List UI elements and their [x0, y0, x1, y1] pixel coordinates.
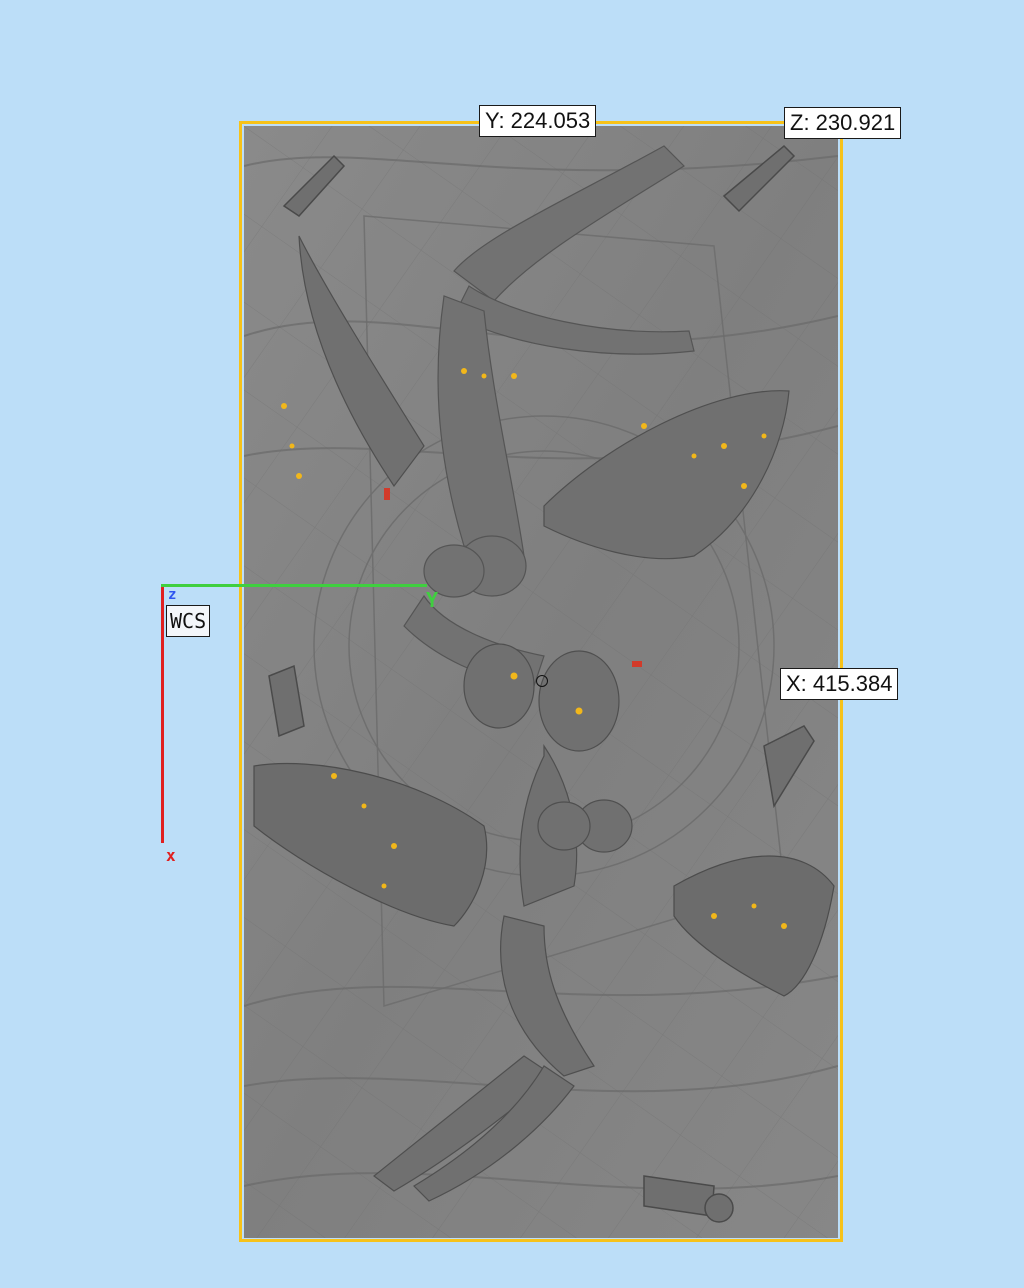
dimension-y-label: Y: 224.053 [479, 105, 597, 137]
axis-x-line [161, 585, 164, 843]
dimension-z-label: Z: 230.921 [784, 107, 902, 139]
dimension-x-label: X: 415.384 [780, 668, 899, 700]
axis-z-label: z [168, 587, 177, 603]
axis-y-line [161, 584, 427, 587]
axis-y-label: Y [426, 588, 439, 612]
3d-viewport[interactable]: Y: 224.053 Z: 230.921 X: 415.384 z Y x W… [0, 0, 1024, 1288]
pivot-circle-icon[interactable] [536, 675, 548, 687]
wcs-label: WCS [166, 605, 211, 637]
axis-x-label: x [166, 846, 176, 865]
